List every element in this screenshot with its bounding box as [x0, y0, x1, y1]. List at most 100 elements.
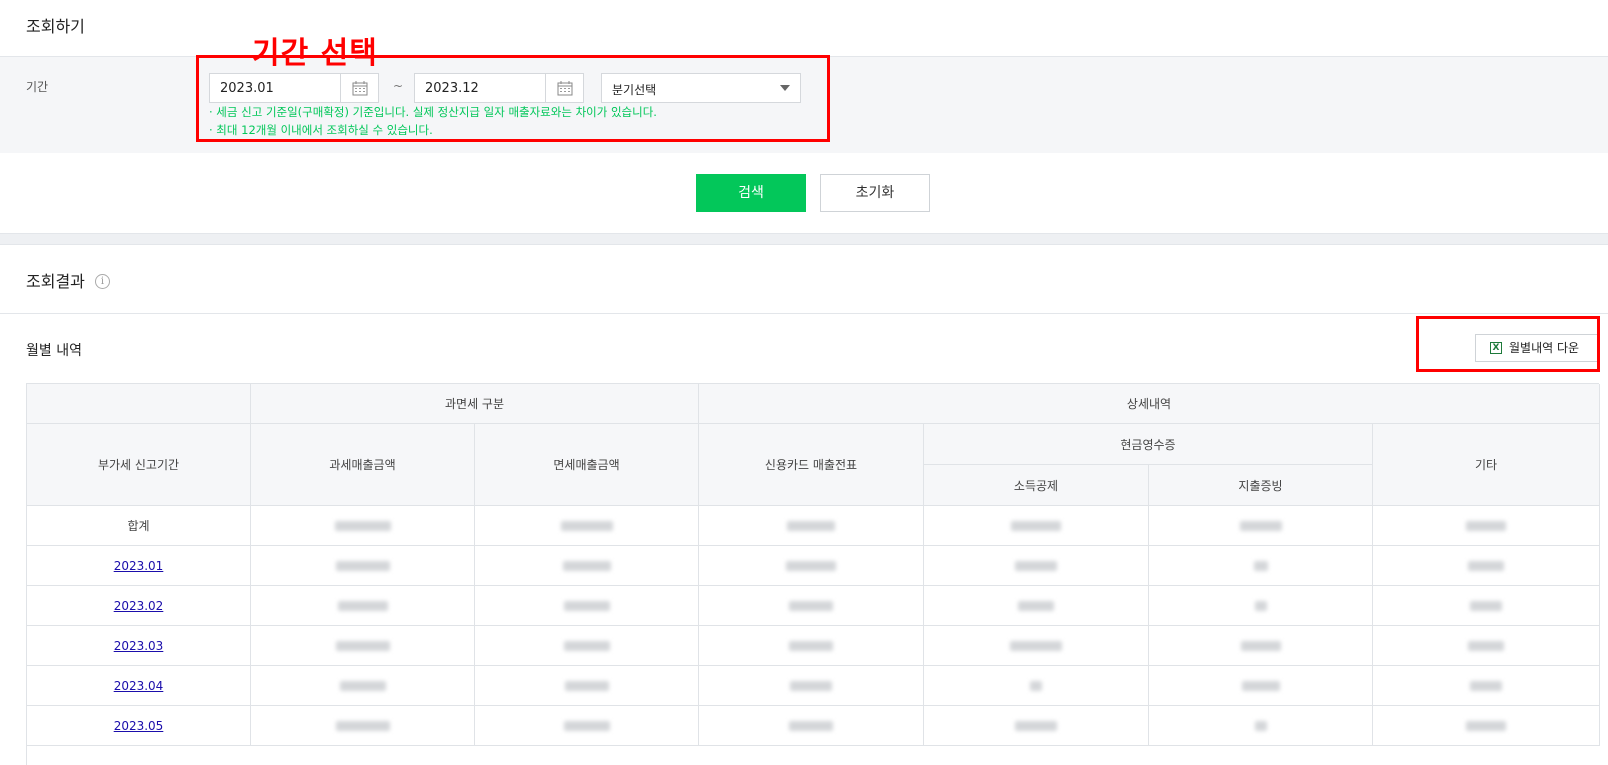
redacted-value	[1241, 680, 1280, 691]
row-period-cell: 합계	[27, 506, 251, 546]
redacted-value-cell	[251, 706, 475, 746]
period-label: 기간	[26, 80, 49, 94]
header-card-slips: 신용카드 매출전표	[699, 424, 924, 506]
redacted-value	[1030, 680, 1042, 691]
row-period-cell: 2023.02	[27, 586, 251, 626]
redacted-value-cell	[1373, 546, 1600, 586]
redacted-value	[1470, 680, 1502, 691]
redacted-value-cell	[699, 506, 924, 546]
redacted-value	[789, 600, 833, 611]
redacted-value-cell	[1373, 666, 1600, 706]
info-icon[interactable]: i	[95, 274, 110, 289]
annotation-label: 기간 선택	[252, 36, 378, 71]
redacted-value	[335, 640, 390, 651]
redacted-value-cell	[1149, 586, 1373, 626]
redacted-value-cell	[251, 626, 475, 666]
search-section-title: 조회하기	[26, 17, 85, 36]
redacted-value-cell	[699, 586, 924, 626]
redacted-value	[1466, 720, 1506, 731]
redacted-value-cell	[1149, 506, 1373, 546]
redacted-value-cell	[475, 546, 699, 586]
redacted-value	[564, 680, 609, 691]
redacted-value-cell	[924, 706, 1149, 746]
redacted-value-cell	[475, 706, 699, 746]
redacted-value-cell	[475, 626, 699, 666]
redacted-value-cell	[475, 586, 699, 626]
redacted-value	[337, 600, 388, 611]
header-taxable-sales: 과세매출금액	[251, 424, 475, 506]
redacted-value-cell	[1149, 666, 1373, 706]
redacted-value	[1466, 520, 1506, 531]
redacted-value-cell	[1373, 706, 1600, 746]
redacted-value-cell	[924, 546, 1149, 586]
redacted-value-cell	[1149, 546, 1373, 586]
redacted-value-cell	[1149, 706, 1373, 746]
redacted-value-cell	[251, 506, 475, 546]
redacted-value	[1470, 600, 1502, 611]
row-period-cell: 2023.01	[27, 546, 251, 586]
redacted-value-cell	[1373, 506, 1600, 546]
redacted-value	[789, 640, 833, 651]
redacted-value-cell	[924, 666, 1149, 706]
header-income-deduction: 소득공제	[924, 465, 1149, 506]
redacted-value-cell	[1373, 586, 1600, 626]
header-expense-proof: 지출증빙	[1149, 465, 1373, 506]
period-link[interactable]: 2023.04	[114, 679, 164, 693]
redacted-value	[786, 560, 836, 571]
redacted-value	[1015, 560, 1057, 571]
row-period-cell: 2023.04	[27, 666, 251, 706]
header-cash-receipt: 현금영수증	[924, 424, 1373, 465]
redacted-value	[1011, 520, 1061, 531]
redacted-value-cell	[475, 506, 699, 546]
reset-button[interactable]: 초기화	[820, 174, 930, 212]
redacted-value-cell	[1149, 626, 1373, 666]
redacted-value	[789, 720, 833, 731]
redacted-value-cell	[924, 626, 1149, 666]
header-other: 기타	[1373, 424, 1600, 506]
redacted-value	[1018, 600, 1054, 611]
header-details: 상세내역	[699, 384, 1600, 424]
row-period-cell: 2023.05	[27, 706, 251, 746]
redacted-value-cell	[699, 706, 924, 746]
redacted-value	[334, 520, 391, 531]
redacted-value	[1010, 640, 1062, 651]
redacted-value-cell	[475, 666, 699, 706]
period-link[interactable]: 2023.03	[114, 639, 164, 653]
annotation-box-download	[1416, 316, 1600, 372]
period-link[interactable]: 2023.02	[114, 599, 164, 613]
redacted-value-cell	[251, 586, 475, 626]
section-separator	[0, 233, 1608, 245]
redacted-value	[1254, 600, 1267, 611]
redacted-value	[1468, 560, 1504, 571]
redacted-value	[563, 640, 610, 651]
redacted-value	[339, 680, 386, 691]
redacted-value	[1240, 640, 1281, 651]
results-title: 조회결과	[26, 272, 85, 291]
redacted-value-cell	[699, 626, 924, 666]
search-button[interactable]: 검색	[696, 174, 806, 212]
redacted-value	[1015, 720, 1057, 731]
divider	[0, 313, 1608, 314]
header-period: 부가세 신고기간	[27, 424, 251, 506]
redacted-value	[563, 720, 610, 731]
redacted-value-cell	[699, 546, 924, 586]
header-exempt-sales: 면세매출금액	[475, 424, 699, 506]
monthly-title: 월별 내역	[26, 343, 82, 359]
redacted-value	[563, 600, 610, 611]
redacted-value-cell	[1373, 626, 1600, 666]
redacted-value	[790, 680, 832, 691]
header-empty	[27, 384, 251, 424]
redacted-value-cell	[924, 506, 1149, 546]
redacted-value	[1239, 520, 1282, 531]
redacted-value	[787, 520, 835, 531]
total-label: 합계	[127, 519, 150, 533]
redacted-value	[1253, 560, 1268, 571]
period-link[interactable]: 2023.01	[114, 559, 164, 573]
redacted-value	[562, 560, 611, 571]
redacted-value	[1254, 720, 1267, 731]
period-link[interactable]: 2023.05	[114, 719, 164, 733]
header-tax-type: 과면세 구분	[251, 384, 699, 424]
redacted-value-cell	[251, 666, 475, 706]
redacted-value	[1468, 640, 1504, 651]
redacted-value-cell	[924, 586, 1149, 626]
